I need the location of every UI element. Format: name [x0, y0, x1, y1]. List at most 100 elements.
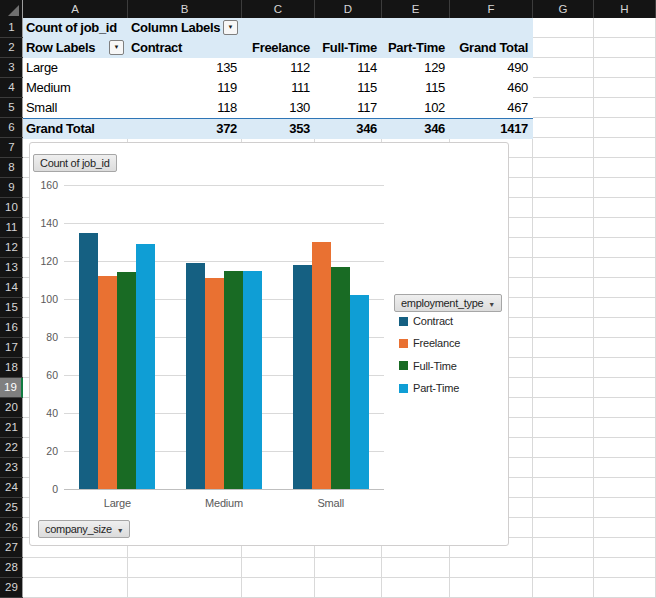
row-header-10[interactable]: 10: [0, 198, 23, 218]
column-header-B[interactable]: B: [128, 0, 242, 18]
pivot-value-cell[interactable]: 490: [450, 58, 533, 78]
pivot-value-cell[interactable]: 117: [315, 98, 382, 118]
row-header-18[interactable]: 18: [0, 358, 23, 378]
pivot-table: Count of job_idColumn Labels▼Row Labels▼…: [23, 18, 533, 138]
row-header-20[interactable]: 20: [0, 398, 23, 418]
legend-item-contract[interactable]: Contract: [399, 315, 453, 327]
bar-freelance-small[interactable]: [312, 242, 331, 489]
row-header-28[interactable]: 28: [0, 558, 23, 578]
pivot-empty-cell[interactable]: [382, 18, 450, 38]
column-header-A[interactable]: A: [23, 0, 128, 18]
pivot-value-cell[interactable]: 467: [450, 98, 533, 118]
column-header-G[interactable]: G: [533, 0, 594, 18]
row-header-7[interactable]: 7: [0, 138, 23, 158]
column-header-H[interactable]: H: [594, 0, 656, 18]
pivot-value-cell[interactable]: 135: [128, 58, 242, 78]
chart-axis-field-button[interactable]: company_size▼: [38, 520, 130, 538]
chart-value-field-button[interactable]: Count of job_id: [33, 154, 117, 172]
row-header-15[interactable]: 15: [0, 298, 23, 318]
row-header-24[interactable]: 24: [0, 478, 23, 498]
pivot-row-labels-cell[interactable]: Row Labels▼: [23, 38, 128, 58]
bar-full-time-large[interactable]: [117, 272, 136, 489]
pivot-value-cell[interactable]: 119: [128, 78, 242, 98]
pivot-row-label[interactable]: Large: [23, 58, 128, 78]
legend-item-full-time[interactable]: Full-Time: [399, 360, 457, 372]
row-header-22[interactable]: 22: [0, 438, 23, 458]
pivot-grand-total-cell[interactable]: 346: [382, 119, 450, 139]
pivot-value-cell[interactable]: 114: [315, 58, 382, 78]
row-labels-filter-dropdown[interactable]: ▼: [109, 40, 124, 55]
bar-freelance-medium[interactable]: [205, 278, 224, 489]
column-header-E[interactable]: E: [382, 0, 450, 18]
gridline: [23, 577, 656, 578]
row-header-11[interactable]: 11: [0, 218, 23, 238]
row-header-12[interactable]: 12: [0, 238, 23, 258]
row-header-strip: 1234567891011121314151617181920212223242…: [0, 18, 23, 598]
legend-item-part-time[interactable]: Part-Time: [399, 382, 459, 394]
pivot-row-label[interactable]: Medium: [23, 78, 128, 98]
row-header-16[interactable]: 16: [0, 318, 23, 338]
bar-part-time-large[interactable]: [136, 244, 155, 489]
row-header-27[interactable]: 27: [0, 538, 23, 558]
bar-part-time-small[interactable]: [350, 295, 369, 489]
pivot-grand-total-cell[interactable]: 346: [315, 119, 382, 139]
pivot-value-cell[interactable]: 102: [382, 98, 450, 118]
bar-part-time-medium[interactable]: [243, 271, 262, 490]
pivot-value-cell[interactable]: 111: [242, 78, 315, 98]
row-header-26[interactable]: 26: [0, 518, 23, 538]
row-header-23[interactable]: 23: [0, 458, 23, 478]
bar-contract-medium[interactable]: [186, 263, 205, 489]
pivot-col-header[interactable]: Freelance: [242, 38, 315, 58]
row-header-5[interactable]: 5: [0, 98, 23, 118]
pivot-column-labels-cell[interactable]: Column Labels▼: [128, 18, 242, 38]
row-header-1[interactable]: 1: [0, 18, 23, 38]
column-labels-filter-dropdown[interactable]: ▼: [223, 20, 238, 35]
legend-item-freelance[interactable]: Freelance: [399, 337, 460, 349]
pivot-empty-cell[interactable]: [315, 18, 382, 38]
row-header-4[interactable]: 4: [0, 78, 23, 98]
pivot-chart[interactable]: Count of job_id020406080100120140160Larg…: [29, 142, 509, 546]
pivot-value-cell[interactable]: 460: [450, 78, 533, 98]
column-header-F[interactable]: F: [450, 0, 533, 18]
bar-contract-large[interactable]: [79, 233, 98, 490]
bar-freelance-large[interactable]: [98, 276, 117, 489]
pivot-value-cell[interactable]: 112: [242, 58, 315, 78]
row-header-9[interactable]: 9: [0, 178, 23, 198]
pivot-col-header[interactable]: Full-Time: [315, 38, 382, 58]
bar-contract-small[interactable]: [293, 265, 312, 489]
x-axis-category-label: Medium: [184, 497, 264, 510]
row-header-29[interactable]: 29: [0, 578, 23, 598]
row-header-17[interactable]: 17: [0, 338, 23, 358]
row-header-14[interactable]: 14: [0, 278, 23, 298]
pivot-grand-total-label[interactable]: Grand Total: [23, 119, 128, 139]
pivot-grand-total-cell[interactable]: 1417: [450, 119, 533, 139]
pivot-value-field-cell[interactable]: Count of job_id: [23, 18, 128, 38]
pivot-value-cell[interactable]: 115: [382, 78, 450, 98]
column-header-C[interactable]: C: [242, 0, 315, 18]
pivot-empty-cell[interactable]: [450, 18, 533, 38]
chart-legend-field-button[interactable]: employment_type▼: [394, 294, 502, 312]
pivot-value-cell[interactable]: 129: [382, 58, 450, 78]
pivot-empty-cell[interactable]: [242, 18, 315, 38]
pivot-col-header[interactable]: Part-Time: [382, 38, 450, 58]
pivot-col-header[interactable]: Grand Total: [450, 38, 533, 58]
row-header-3[interactable]: 3: [0, 58, 23, 78]
row-header-21[interactable]: 21: [0, 418, 23, 438]
pivot-value-cell[interactable]: 118: [128, 98, 242, 118]
select-all-corner[interactable]: [0, 0, 23, 18]
column-header-D[interactable]: D: [315, 0, 382, 18]
pivot-row-label[interactable]: Small: [23, 98, 128, 118]
pivot-value-cell[interactable]: 115: [315, 78, 382, 98]
row-header-6[interactable]: 6: [0, 118, 23, 138]
pivot-col-header[interactable]: Contract: [128, 38, 242, 58]
pivot-grand-total-cell[interactable]: 372: [128, 119, 242, 139]
bar-full-time-small[interactable]: [331, 267, 350, 489]
row-header-13[interactable]: 13: [0, 258, 23, 278]
bar-full-time-medium[interactable]: [224, 271, 243, 490]
row-header-19[interactable]: 19: [0, 378, 23, 398]
row-header-2[interactable]: 2: [0, 38, 23, 58]
row-header-8[interactable]: 8: [0, 158, 23, 178]
row-header-25[interactable]: 25: [0, 498, 23, 518]
pivot-value-cell[interactable]: 130: [242, 98, 315, 118]
pivot-grand-total-cell[interactable]: 353: [242, 119, 315, 139]
